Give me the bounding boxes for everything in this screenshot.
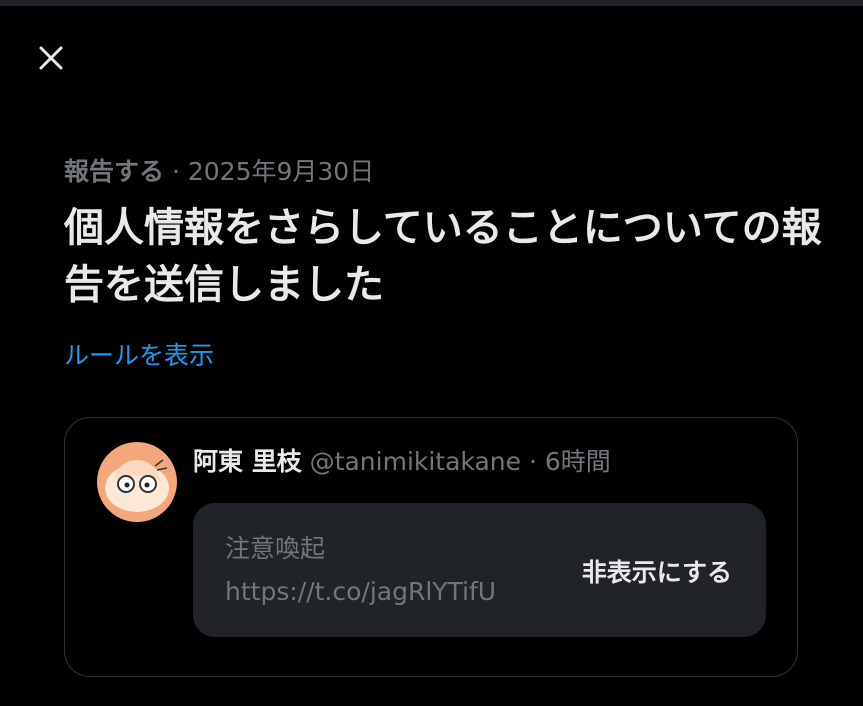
top-bar (0, 0, 863, 6)
hidden-post-notice: 注意喚起 https://t.co/jagRlYTifU 非表示にする (193, 503, 766, 637)
notice-label: 注意喚起 (225, 534, 326, 563)
report-date: 2025年9月30日 (187, 157, 375, 186)
page-title: 個人情報をさらしていることについての報告を送信しました (64, 205, 822, 308)
report-kind: 報告する (64, 157, 165, 186)
meta-separator: · (171, 157, 180, 186)
close-button[interactable] (33, 40, 69, 76)
avatar-image (97, 442, 177, 522)
report-meta: 報告する · 2025年9月30日 (64, 152, 374, 188)
author-handle[interactable]: @tanimikitakane (310, 447, 521, 476)
notice-link[interactable]: https://t.co/jagRlYTifU (225, 577, 496, 606)
close-icon (39, 46, 63, 70)
view-rules-link[interactable]: ルールを表示 (64, 336, 214, 372)
author-name[interactable]: 阿東 里枝 (193, 447, 302, 476)
post-time[interactable]: 6時間 (545, 447, 611, 476)
header-separator: · (528, 447, 537, 476)
avatar[interactable] (97, 442, 177, 522)
hide-button[interactable]: 非表示にする (582, 553, 732, 589)
reported-post-card[interactable]: 阿東 里枝 @tanimikitakane · 6時間 注意喚起 https:/… (64, 417, 798, 677)
post-header: 阿東 里枝 @tanimikitakane · 6時間 (193, 442, 611, 478)
